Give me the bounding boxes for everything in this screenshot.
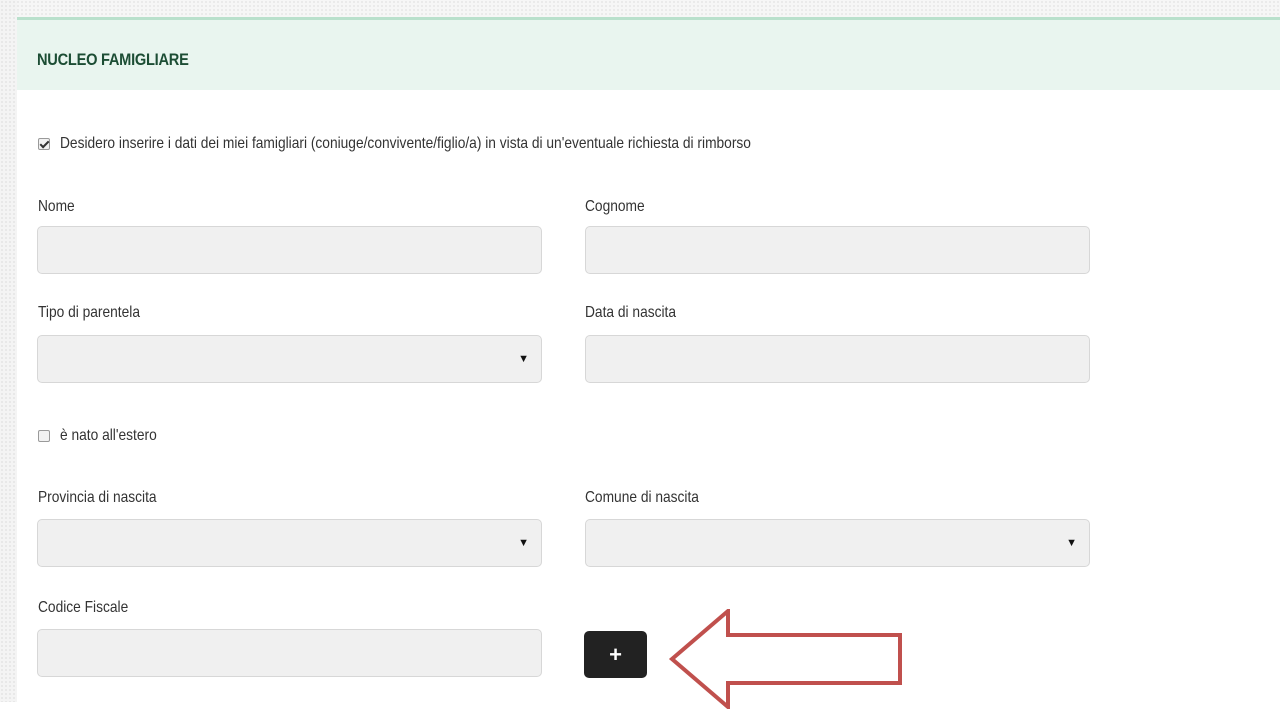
family-panel: NUCLEO FAMIGLIARE Desidero inserire i da… [17, 17, 1280, 709]
left-border [0, 0, 17, 702]
nome-input[interactable] [37, 226, 542, 274]
data-nascita-input[interactable] [585, 335, 1090, 383]
codice-fiscale-input[interactable] [37, 629, 542, 677]
cognome-input[interactable] [585, 226, 1090, 274]
born-abroad-checkbox[interactable] [38, 430, 50, 442]
consent-checkbox[interactable] [38, 138, 50, 150]
provincia-nascita-select[interactable]: ▼ [37, 519, 542, 567]
section-title: NUCLEO FAMIGLIARE [37, 50, 189, 69]
add-family-member-button[interactable]: + [584, 631, 647, 678]
chevron-down-icon: ▼ [518, 353, 529, 365]
born-abroad-checkbox-row[interactable]: è nato all'estero [38, 427, 172, 445]
codice-fiscale-label: Codice Fiscale [38, 599, 129, 616]
tipo-parentela-select[interactable]: ▼ [37, 335, 542, 383]
top-border [0, 0, 1280, 17]
data-nascita-label: Data di nascita [585, 304, 677, 321]
left-arrow-annotation-icon [668, 609, 902, 709]
panel-header: NUCLEO FAMIGLIARE [17, 17, 1280, 90]
consent-checkbox-row[interactable]: Desidero inserire i dati dei miei famigl… [38, 135, 863, 153]
consent-label: Desidero inserire i dati dei miei famigl… [60, 135, 751, 152]
provincia-nascita-label: Provincia di nascita [38, 489, 157, 506]
chevron-down-icon: ▼ [518, 537, 529, 549]
plus-icon: + [609, 641, 622, 667]
comune-nascita-label: Comune di nascita [585, 489, 699, 506]
chevron-down-icon: ▼ [1066, 537, 1077, 549]
tipo-parentela-label: Tipo di parentela [38, 304, 140, 321]
cognome-label: Cognome [585, 198, 645, 215]
comune-nascita-select[interactable]: ▼ [585, 519, 1090, 567]
nome-label: Nome [38, 198, 75, 215]
born-abroad-label: è nato all'estero [60, 427, 157, 444]
